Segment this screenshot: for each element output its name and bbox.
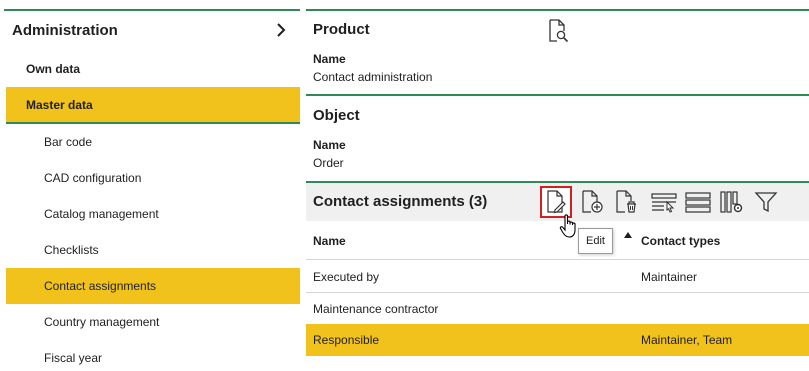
select-columns-icon xyxy=(651,193,677,213)
hand-cursor-icon xyxy=(559,214,576,238)
sidebar-item-label: Fiscal year xyxy=(44,351,103,365)
search-document-icon[interactable] xyxy=(548,19,570,43)
sidebar-item-catalog-management[interactable]: Catalog management xyxy=(6,196,300,232)
cell-name: Executed by xyxy=(313,270,380,284)
cell-name: Maintenance contractor xyxy=(313,302,439,316)
sidebar-item-label: Master data xyxy=(26,97,93,112)
detail-panel: Product Name Contact administration Obje… xyxy=(306,0,809,371)
cell-name: Responsible xyxy=(313,333,380,347)
table-row[interactable]: Executed by Maintainer xyxy=(306,261,809,293)
add-icon xyxy=(582,190,603,213)
table-row[interactable]: Maintenance contractor xyxy=(306,293,809,325)
sidebar-header: Administration xyxy=(0,11,300,49)
delete-icon xyxy=(616,190,636,213)
add-button[interactable] xyxy=(576,186,608,218)
column-header-label: Contact types xyxy=(641,234,721,248)
chevron-right-icon[interactable] xyxy=(274,23,288,37)
sidebar-item-fiscal-year[interactable]: Fiscal year xyxy=(6,340,300,371)
header-divider xyxy=(306,259,809,260)
sidebar-item-own-data[interactable]: Own data xyxy=(6,51,300,87)
delete-button[interactable] xyxy=(610,186,642,218)
table-row-selected[interactable]: Responsible Maintainer, Team xyxy=(306,324,809,356)
sidebar-item-contact-assignments[interactable]: Contact assignments xyxy=(6,268,300,304)
sidebar-item-bar-code[interactable]: Bar code xyxy=(6,124,300,160)
sidebar-item-checklists[interactable]: Checklists xyxy=(6,232,300,268)
rows-button[interactable] xyxy=(682,186,714,218)
object-name-value: Order xyxy=(313,156,344,170)
sidebar-item-label: Contact assignments xyxy=(44,279,157,293)
column-header-name[interactable]: Name xyxy=(313,224,346,258)
sidebar-item-label: Checklists xyxy=(44,243,99,257)
tooltip-text: Edit xyxy=(586,235,605,247)
sidebar-item-label: Country management xyxy=(44,315,160,329)
sidebar-item-master-data[interactable]: Master data xyxy=(6,87,300,124)
object-accent-line xyxy=(306,94,809,96)
columns-settings-button[interactable] xyxy=(716,186,748,218)
edit-icon xyxy=(547,190,566,214)
sort-ascending-icon[interactable] xyxy=(624,232,632,238)
object-title: Object xyxy=(313,107,360,124)
sidebar: Administration Own data Master data Bar … xyxy=(0,0,300,371)
select-columns-button[interactable] xyxy=(648,186,680,218)
sidebar-item-country-management[interactable]: Country management xyxy=(6,304,300,340)
filter-button[interactable] xyxy=(750,186,782,218)
contact-assignments-header: Contact assignments (3) xyxy=(306,183,809,221)
cell-contact-types: Maintainer xyxy=(641,270,698,284)
edit-tooltip: Edit xyxy=(578,228,613,254)
sidebar-item-label: CAD configuration xyxy=(44,171,142,185)
sidebar-item-label: Bar code xyxy=(44,135,93,149)
sidebar-item-cad-configuration[interactable]: CAD configuration xyxy=(6,160,300,196)
object-name-label: Name xyxy=(313,138,346,152)
product-accent-line xyxy=(306,9,809,11)
column-header-label: Name xyxy=(313,234,346,248)
product-name-value: Contact administration xyxy=(313,70,433,84)
contact-assignments-title: Contact assignments (3) xyxy=(313,193,488,210)
filter-icon xyxy=(754,192,778,213)
sidebar-title: Administration xyxy=(12,21,118,39)
columns-settings-icon xyxy=(720,191,743,213)
rows-icon xyxy=(685,192,711,213)
column-header-contact-types[interactable]: Contact types xyxy=(641,224,720,258)
product-name-label: Name xyxy=(313,52,346,66)
sidebar-item-label: Own data xyxy=(26,62,81,76)
product-title: Product xyxy=(313,21,370,38)
cell-contact-types: Maintainer, Team xyxy=(641,333,733,347)
sidebar-item-label: Catalog management xyxy=(44,207,159,221)
